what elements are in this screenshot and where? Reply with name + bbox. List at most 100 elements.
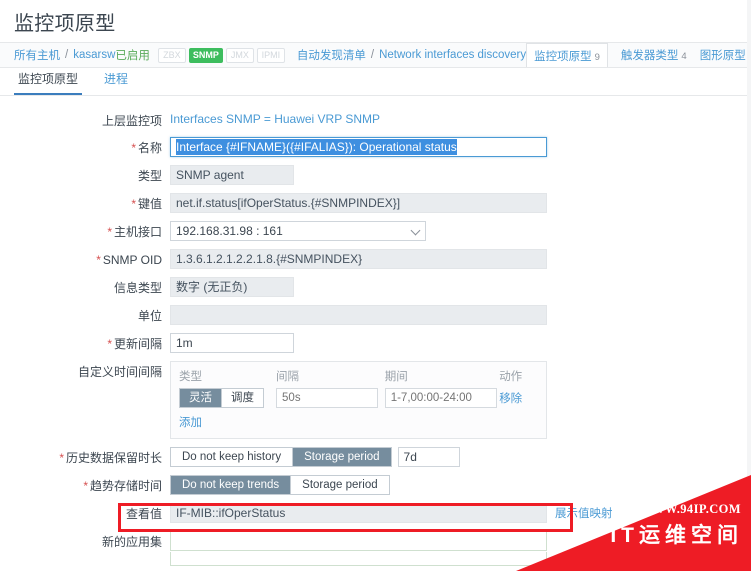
page-title: 监控项原型 [14,12,116,35]
protocol-badge-zbx[interactable]: ZBX [157,47,186,63]
column-header-action: 动作 [499,371,523,383]
field-update-interval: 1m [170,333,751,353]
label-trends: * 趋势存储时间 [0,475,170,494]
row-update-interval: * 更新间隔 1m [0,333,751,353]
label-key: * 键值 [0,193,170,212]
history-period-input[interactable]: 7d [397,447,460,467]
protocol-badge-snmp[interactable]: SNMP [188,47,223,63]
label-history-text: 历史数据保留时长 [65,451,162,465]
label-custom-intervals: 自定义时间间隔 [77,365,162,379]
breadcrumb-discovery-rule[interactable]: Network interfaces discovery [379,49,526,61]
field-type: SNMP agent [170,165,751,185]
breadcrumb-separator-2: / [370,49,375,61]
row-parent-item: 上层监控项 Interfaces SNMP = Huawei VRP SNMP [0,110,751,129]
row-key: * 键值 net.if.status[ifOperStatus.{#SNMPIND… [0,193,751,213]
trends-do-not-keep[interactable]: Do not keep trends [171,476,292,494]
host-interface-select[interactable]: 192.168.31.98 : 161 [170,221,426,241]
table-row: 灵活 调度 移除 [179,388,538,408]
field-value-map: IF-MIB::ifOperStatus 展示值映射 [170,503,751,523]
required-marker-snmp-oid: * [96,253,101,267]
interval-type-flexible[interactable]: 灵活 [180,389,222,407]
label-value-map: 查看值 [125,507,162,521]
period-cell [384,388,499,408]
page-header: 监控项原型 [0,0,751,42]
host-status-label: 已启用 [115,50,150,62]
breadcrumb: 所有主机 / kasarsw 已启用 ZBX SNMP JMX IPMI 自动发… [0,42,751,68]
field-custom-intervals: 类型 间隔 期间 动作 灵活 调度 50s 1-7,00:00-24:00 移除… [170,361,751,439]
label-trends-text: 趋势存储时间 [89,479,162,493]
row-info-type: 信息类型 数字 (无正负) [0,277,751,297]
show-value-mappings-link[interactable]: 展示值映射 [555,505,613,521]
info-type-value[interactable]: 数字 (无正负) [170,277,294,297]
label-parent-item: 上层监控项 [101,114,162,128]
field-parent-item: Interfaces SNMP = Huawei VRP SNMP [170,110,751,128]
period-input[interactable] [384,388,497,408]
interval-type-toggle: 灵活 调度 [179,388,276,408]
breadcrumb-separator-1: / [65,49,69,61]
label-name-text: 名称 [137,141,162,155]
interval-cell [276,388,385,408]
scrollbar-track[interactable] [747,0,751,571]
breadcrumb-trigger-prototypes-label: 触发器类型 [620,50,679,62]
value-map-input[interactable]: IF-MIB::ifOperStatus [170,503,547,523]
row-new-application: 新的应用集 [0,531,751,566]
field-key: net.if.status[ifOperStatus.{#SNMPINDEX}] [170,193,751,213]
row-history: * 历史数据保留时长 Do not keep history Storage pe… [0,447,751,467]
protocol-badge-ipmi[interactable]: IPMI [256,47,285,63]
breadcrumb-trigger-prototypes[interactable]: 触发器类型 4 [621,47,687,63]
label-units: 单位 [137,309,162,323]
breadcrumb-graph-prototypes-label: 图形原型 [699,50,746,62]
interval-type-segmented: 灵活 调度 [179,388,264,408]
required-marker-update-interval: * [107,337,112,351]
snmp-oid-input[interactable]: 1.3.6.1.2.1.2.2.1.8.{#SNMPINDEX} [170,249,547,269]
custom-intervals-table: 类型 间隔 期间 动作 灵活 调度 50s 1-7,00:00-24:00 移除… [170,361,547,439]
new-application-input[interactable] [170,531,547,551]
trends-mode-segmented: Do not keep trends Storage period [170,475,390,495]
add-interval-wrapper: 添加 [179,414,538,430]
parent-item-link[interactable]: Interfaces SNMP [170,112,260,126]
breadcrumb-item-prototypes-label: 监控项原型 [534,51,592,63]
column-header-type: 类型 [179,371,202,383]
protocol-badge-jmx[interactable]: JMX [225,47,254,63]
breadcrumb-item-prototypes[interactable]: 监控项原型 9 [526,43,608,67]
tab-bar: 监控项原型 进程 [0,68,751,96]
breadcrumb-item-prototypes-count: 9 [594,52,600,63]
field-trends: Do not keep trends Storage period [170,475,751,495]
row-value-map: 查看值 IF-MIB::ifOperStatus 展示值映射 [0,503,751,523]
required-marker-name: * [131,141,136,155]
breadcrumb-host[interactable]: kasarsw [73,49,115,61]
interval-type-scheduling[interactable]: 调度 [222,389,263,407]
tab-preprocessing[interactable]: 进程 [100,70,132,95]
tab-item-prototype[interactable]: 监控项原型 [14,70,83,95]
interval-input[interactable] [276,388,379,408]
label-host-interface-text: 主机接口 [113,225,162,239]
label-type: 类型 [137,169,162,183]
history-do-not-keep[interactable]: Do not keep history [171,448,294,466]
add-interval-link[interactable]: 添加 [179,414,202,430]
breadcrumb-discovery-list[interactable]: 自动发现清单 [297,47,366,63]
label-update-interval-text: 更新间隔 [113,337,162,351]
breadcrumb-trigger-prototypes-count: 4 [681,51,687,62]
parent-item-separator: = [263,112,271,126]
key-input[interactable]: net.if.status[ifOperStatus.{#SNMPINDEX}] [170,193,547,213]
parent-template-link[interactable]: Huawei VRP SNMP [274,112,380,126]
update-interval-input[interactable]: 1m [170,333,294,353]
label-update-interval: * 更新间隔 [0,333,170,352]
field-name: Interface {#IFNAME}({#IFALIAS}): Operati… [170,137,751,157]
breadcrumb-graph-prototypes[interactable]: 图形原型1 [700,47,751,63]
item-prototype-form: 上层监控项 Interfaces SNMP = Huawei VRP SNMP … [0,96,751,566]
field-host-interface: 192.168.31.98 : 161 [170,221,751,241]
row-custom-intervals: 自定义时间间隔 类型 间隔 期间 动作 灵活 调度 50s 1-7,00:00-… [0,361,751,439]
type-value[interactable]: SNMP agent [170,165,294,185]
label-key-text: 键值 [137,197,162,211]
history-storage-period[interactable]: Storage period [293,448,391,466]
label-name: * 名称 [0,137,170,156]
required-marker-host-interface: * [107,225,112,239]
required-marker-key: * [131,197,136,211]
remove-interval-link[interactable]: 移除 [499,393,522,405]
units-input[interactable] [170,305,547,325]
breadcrumb-all-hosts[interactable]: 所有主机 [14,47,60,63]
host-interface-value: 192.168.31.98 : 161 [176,224,283,238]
trends-storage-period[interactable]: Storage period [291,476,389,494]
name-input[interactable]: Interface {#IFNAME}({#IFALIAS}): Operati… [170,137,547,157]
